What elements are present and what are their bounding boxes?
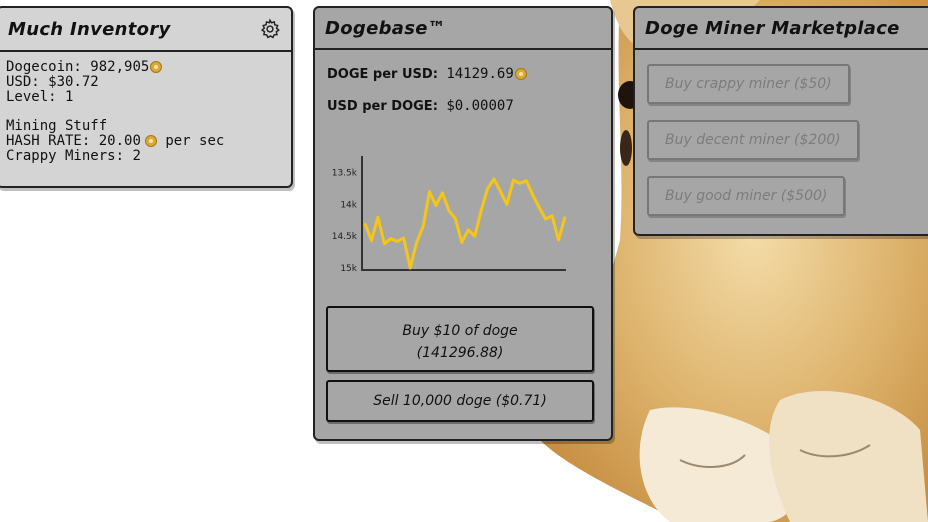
marketplace-header: Doge Miner Marketplace bbox=[635, 8, 928, 50]
usd-row: USD: $30.72 bbox=[6, 75, 283, 90]
miners-row: Crappy Miners: 2 bbox=[6, 149, 283, 164]
doge-per-usd-label: DOGE per USD: bbox=[327, 67, 438, 82]
buy-doge-label: Buy $10 of doge bbox=[402, 323, 518, 339]
usd-value: $30.72 bbox=[48, 74, 99, 90]
usd-per-doge-label: USD per DOGE: bbox=[327, 99, 438, 114]
marketplace-title: Doge Miner Marketplace bbox=[645, 17, 900, 39]
dogecoin-label: Dogecoin: bbox=[6, 59, 82, 75]
y-tick-label: 13.5k bbox=[332, 169, 358, 179]
hash-rate-value: 20.00 bbox=[98, 133, 141, 149]
usd-label: USD: bbox=[6, 74, 40, 90]
usd-per-doge-value: $0.00007 bbox=[446, 98, 514, 114]
dogecoin-icon bbox=[150, 61, 163, 73]
inventory-header: Much Inventory bbox=[0, 8, 291, 52]
y-tick-label: 14k bbox=[340, 200, 357, 210]
price-line bbox=[363, 177, 567, 270]
doge-per-usd-row: DOGE per USD: 14129.69 bbox=[327, 66, 527, 82]
y-tick-label: 14.5k bbox=[332, 232, 358, 242]
buy-crappy-miner-button[interactable]: Buy crappy miner ($50) bbox=[647, 64, 850, 104]
sell-doge-button[interactable]: Sell 10,000 doge ($0.71) bbox=[326, 380, 594, 422]
doge-per-usd-value: 14129.69 bbox=[446, 66, 514, 82]
dogecoin-value: 982,905 bbox=[90, 59, 150, 75]
buy-good-miner-button[interactable]: Buy good miner ($500) bbox=[647, 176, 846, 216]
hash-rate-row: HASH RATE: 20.00 per sec bbox=[6, 134, 283, 149]
dogecoin-row: Dogecoin: 982,905 bbox=[6, 60, 283, 75]
miners-label: Crappy Miners: bbox=[6, 148, 125, 164]
dogebase-header: Dogebase™ bbox=[315, 8, 611, 50]
buy-doge-button[interactable]: Buy $10 of doge (141296.88) bbox=[326, 306, 594, 372]
inventory-panel: Much Inventory Dogecoin: 982,905 USD: $3… bbox=[0, 6, 293, 188]
usd-per-doge-row: USD per DOGE: $0.00007 bbox=[327, 98, 514, 114]
hash-rate-label: HASH RATE: bbox=[6, 133, 91, 149]
marketplace-panel: Doge Miner Marketplace Buy crappy miner … bbox=[633, 6, 928, 236]
miners-value: 2 bbox=[132, 148, 141, 164]
dogecoin-icon bbox=[144, 135, 157, 147]
inventory-title: Much Inventory bbox=[8, 18, 171, 40]
level-row: Level: 1 bbox=[6, 90, 283, 105]
dogebase-panel: Dogebase™ DOGE per USD: 14129.69 USD per… bbox=[313, 6, 613, 441]
hash-rate-unit: per sec bbox=[165, 133, 225, 149]
y-tick-label: 15k bbox=[340, 264, 357, 274]
level-value: 1 bbox=[65, 89, 74, 105]
buy-doge-amount: (141296.88) bbox=[416, 345, 504, 361]
price-chart: 13.5k 14k 14.5k 15k bbox=[332, 156, 567, 274]
mining-heading: Mining Stuff bbox=[6, 118, 108, 134]
dogecoin-icon bbox=[514, 68, 527, 80]
gear-icon[interactable] bbox=[259, 18, 281, 40]
inventory-body: Dogecoin: 982,905 USD: $30.72 Level: 1 M… bbox=[0, 52, 291, 164]
dogebase-title: Dogebase™ bbox=[325, 17, 447, 39]
level-label: Level: bbox=[6, 89, 57, 105]
buy-decent-miner-button[interactable]: Buy decent miner ($200) bbox=[647, 120, 859, 160]
